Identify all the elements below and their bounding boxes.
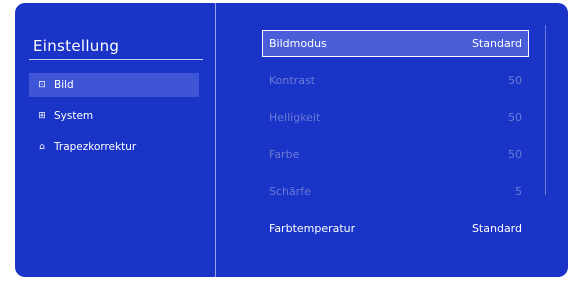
osd-settings-panel: Einstellung ⊡ Bild ⊞ System ⌂ Trapezkorr… (15, 3, 568, 277)
setting-value: 5 (515, 185, 522, 198)
menu-item-label: System (54, 110, 94, 122)
keystone-icon: ⌂ (39, 142, 45, 152)
title-underline (29, 59, 203, 60)
grid-icon: ⊞ (38, 111, 46, 121)
setting-value: 50 (508, 111, 522, 124)
setting-row-schaerfe[interactable]: Schärfe 5 (263, 179, 528, 204)
setting-value: Standard (471, 37, 522, 50)
scrollbar[interactable] (545, 25, 546, 195)
setting-label: Helligkeit (269, 111, 321, 124)
setting-row-farbtemperatur[interactable]: Farbtemperatur Standard (263, 216, 528, 241)
category-menu: ⊡ Bild ⊞ System ⌂ Trapezkorrektur (29, 73, 199, 166)
setting-row-farbe[interactable]: Farbe 50 (263, 142, 528, 167)
setting-label: Schärfe (269, 185, 311, 198)
menu-item-bild[interactable]: ⊡ Bild (29, 73, 199, 97)
menu-title: Einstellung (33, 37, 120, 55)
setting-row-helligkeit[interactable]: Helligkeit 50 (263, 105, 528, 130)
menu-item-label: Trapezkorrektur (54, 141, 137, 153)
setting-value: 50 (508, 74, 522, 87)
setting-label: Farbtemperatur (269, 222, 356, 235)
setting-label: Bildmodus (269, 37, 327, 50)
panel-divider (215, 3, 216, 277)
menu-item-label: Bild (54, 79, 74, 91)
setting-value: 50 (508, 148, 522, 161)
picture-icon: ⊡ (38, 80, 46, 90)
menu-item-trapezkorrektur[interactable]: ⌂ Trapezkorrektur (29, 135, 199, 159)
setting-row-kontrast[interactable]: Kontrast 50 (263, 68, 528, 93)
setting-row-bildmodus[interactable]: Bildmodus Standard (262, 30, 529, 57)
picture-settings-list: Bildmodus Standard Kontrast 50 Helligkei… (262, 30, 529, 253)
setting-value: Standard (471, 222, 522, 235)
menu-item-system[interactable]: ⊞ System (29, 104, 199, 128)
setting-label: Kontrast (269, 74, 315, 87)
setting-label: Farbe (269, 148, 300, 161)
